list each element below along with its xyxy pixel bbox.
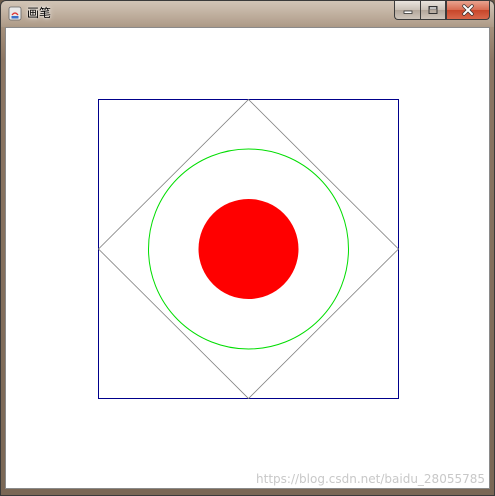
window-controls (394, 1, 490, 20)
watermark-text: https://blog.csdn.net/baidu_28055785 (256, 472, 485, 486)
minimize-icon (403, 10, 412, 14)
filled-circle (198, 199, 299, 299)
window-title: 画笔 (27, 6, 52, 20)
canvas-area[interactable]: https://blog.csdn.net/baidu_28055785 (5, 27, 490, 489)
minimize-button[interactable] (394, 1, 420, 20)
app-window: 画笔 https://blog.csdn.net/baidu_28055785 (0, 0, 495, 496)
maximize-icon (428, 6, 438, 14)
close-icon (462, 4, 474, 16)
drawing-canvas (97, 98, 400, 400)
java-app-icon[interactable] (8, 6, 22, 21)
title-bar[interactable]: 画笔 (1, 1, 494, 27)
maximize-button[interactable] (420, 1, 446, 20)
close-button[interactable] (446, 1, 490, 20)
